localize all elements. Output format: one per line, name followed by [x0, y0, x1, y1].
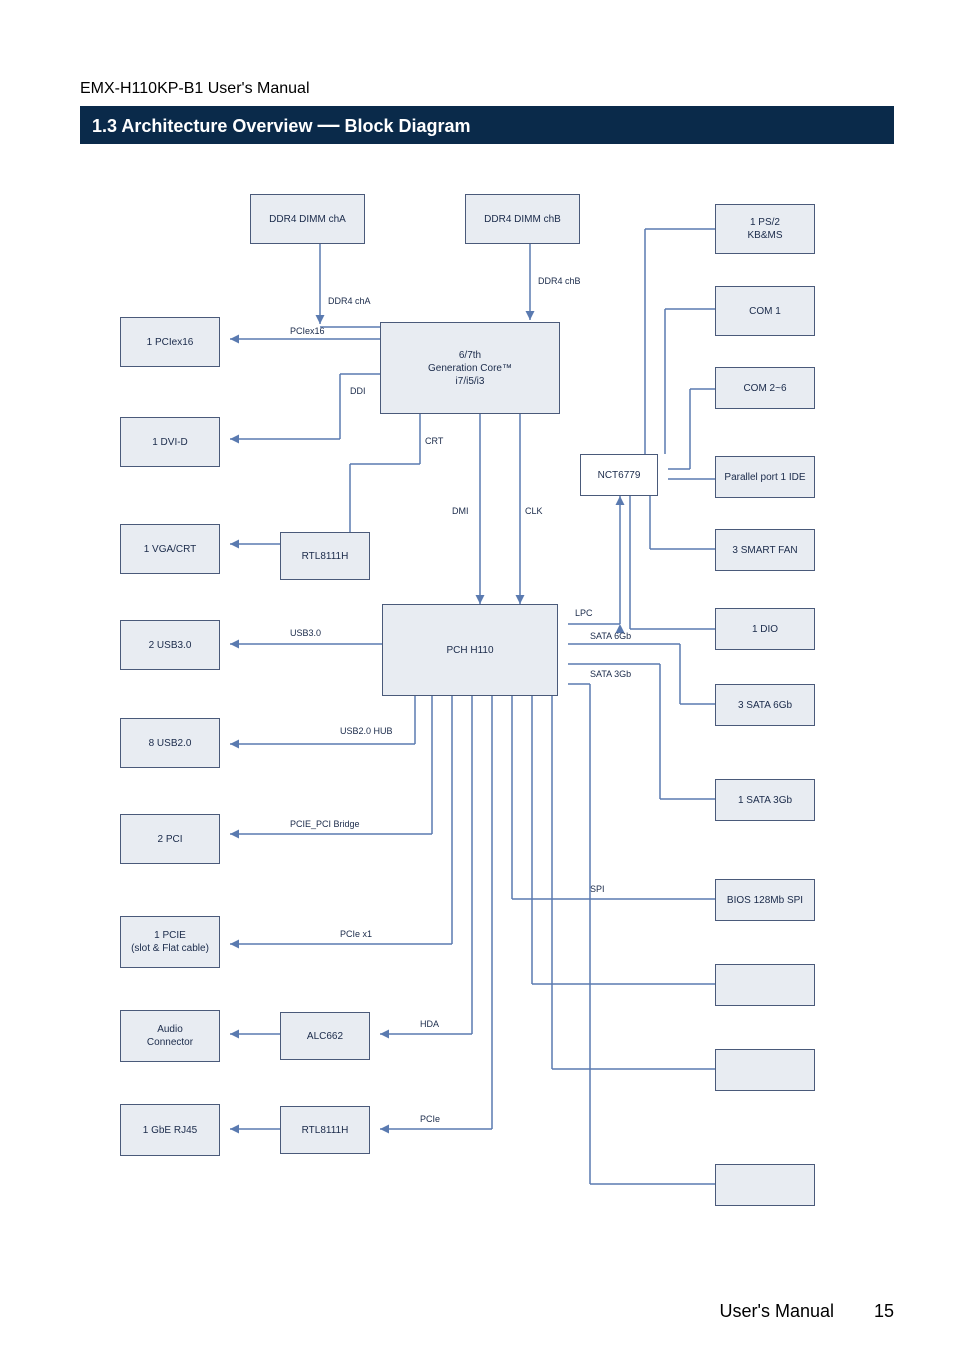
svg-text:PCIe: PCIe	[420, 1114, 440, 1124]
node-ps2: 1 PS/2 KB&MS	[715, 204, 815, 254]
svg-text:CLK: CLK	[525, 506, 543, 516]
node-cpu: 6/7th Generation Core™ i7/i5/i3	[380, 322, 560, 414]
svg-text:CRT: CRT	[425, 436, 444, 446]
node-extra-2	[715, 1049, 815, 1091]
node-sata3: 3 SATA 6Gb	[715, 684, 815, 726]
section-dash: —	[317, 112, 339, 137]
svg-text:SATA 3Gb: SATA 3Gb	[590, 669, 631, 679]
section-title-bar: 1.3 Architecture Overview — Block Diagra…	[80, 106, 894, 144]
footer: User's Manual 15	[0, 1301, 954, 1322]
svg-text:PCIe x1: PCIe x1	[340, 929, 372, 939]
node-ddr4-a: DDR4 DIMM chA	[250, 194, 365, 244]
svg-text:DMI: DMI	[452, 506, 469, 516]
svg-text:HDA: HDA	[420, 1019, 439, 1029]
node-pciex16: 1 PCIex16	[120, 317, 220, 367]
node-usb3: 2 USB3.0	[120, 620, 220, 670]
block-diagram: DDR4 chA DDR4 chB PCIex16 DDI CRT DMI CL…	[80, 174, 894, 1254]
node-vga-crt: 1 VGA/CRT	[120, 524, 220, 574]
node-dio1: 1 DIO	[715, 608, 815, 650]
footer-text: User's Manual	[720, 1301, 834, 1321]
page-number: 15	[874, 1301, 894, 1322]
svg-text:LPC: LPC	[575, 608, 593, 618]
node-sio: NCT6779	[580, 454, 658, 496]
node-ddr4-b: DDR4 DIMM chB	[465, 194, 580, 244]
svg-text:SATA 6Gb: SATA 6Gb	[590, 631, 631, 641]
node-parallel: Parallel port 1 IDE	[715, 456, 815, 498]
node-usb2: 8 USB2.0	[120, 718, 220, 768]
svg-text:USB3.0: USB3.0	[290, 628, 321, 638]
svg-text:DDR4 chB: DDR4 chB	[538, 276, 581, 286]
node-sata1: 1 SATA 3Gb	[715, 779, 815, 821]
section-title-pre: 1.3 Architecture Overview	[92, 116, 312, 136]
node-extra-3	[715, 1164, 815, 1206]
svg-text:DDR4 chA: DDR4 chA	[328, 296, 371, 306]
node-lan-chip-2: RTL8111H	[280, 532, 370, 580]
svg-text:USB2.0 HUB: USB2.0 HUB	[340, 726, 393, 736]
node-fan3: 3 SMART FAN	[715, 529, 815, 571]
svg-text:SPI: SPI	[590, 884, 605, 894]
node-spi: BIOS 128Mb SPI	[715, 879, 815, 921]
svg-text:PCIE_PCI Bridge: PCIE_PCI Bridge	[290, 819, 360, 829]
node-pcie-slot: 1 PCIE (slot & Flat cable)	[120, 916, 220, 968]
node-pch: PCH H110	[382, 604, 558, 696]
node-pci: 2 PCI	[120, 814, 220, 864]
node-rj45: 1 GbE RJ45	[120, 1104, 220, 1156]
header-small: EMX-H110KP-B1 User's Manual	[80, 80, 894, 98]
node-lan-chip: RTL8111H	[280, 1106, 370, 1154]
node-audio-conn: Audio Connector	[120, 1010, 220, 1062]
node-com1: COM 1	[715, 286, 815, 336]
node-com26: COM 2~6	[715, 367, 815, 409]
svg-text:DDI: DDI	[350, 386, 366, 396]
node-audio-chip: ALC662	[280, 1012, 370, 1060]
section-title-post: Block Diagram	[344, 116, 470, 136]
node-extra-1	[715, 964, 815, 1006]
svg-text:PCIex16: PCIex16	[290, 326, 325, 336]
node-dvi: 1 DVI-D	[120, 417, 220, 467]
